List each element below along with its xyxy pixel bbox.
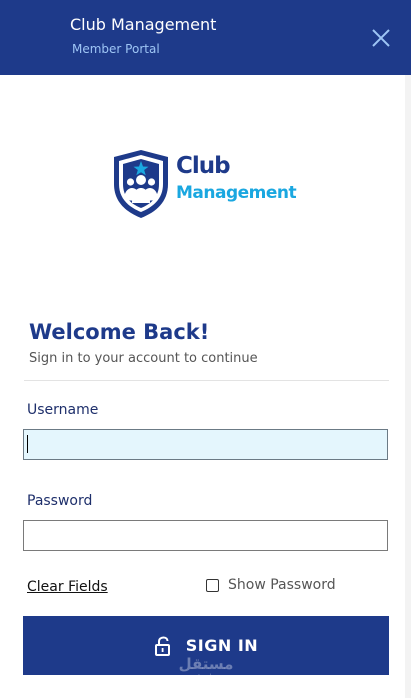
close-button[interactable] xyxy=(366,23,396,53)
app-subtitle: Member Portal xyxy=(72,42,160,56)
title-bar: Club Management Member Portal xyxy=(0,0,411,75)
clear-fields-link[interactable]: Clear Fields xyxy=(27,579,108,595)
divider xyxy=(24,380,389,381)
shield-people-icon xyxy=(114,150,168,218)
club-management-logo: Club Management xyxy=(112,148,312,223)
app-title: Club Management xyxy=(70,15,217,34)
watermark-text: مستقل xyxy=(178,655,234,673)
show-password-label: Show Password xyxy=(228,577,336,593)
unlock-icon xyxy=(154,635,170,656)
logo-text-management: Management xyxy=(176,183,297,203)
show-password-toggle[interactable]: Show Password xyxy=(206,576,336,594)
welcome-subtitle: Sign in to your account to continue xyxy=(29,351,258,366)
password-input[interactable] xyxy=(23,520,388,551)
password-label: Password xyxy=(27,493,93,509)
sign-in-label: SIGN IN xyxy=(185,636,259,655)
show-password-checkbox[interactable] xyxy=(206,578,219,592)
window-edge xyxy=(405,75,411,698)
logo-text-club: Club xyxy=(176,153,231,179)
username-label: Username xyxy=(27,402,99,418)
username-input[interactable] xyxy=(23,429,388,460)
welcome-title: Welcome Back! xyxy=(29,320,210,344)
close-icon xyxy=(372,29,390,47)
watermark-url: mostaql.com xyxy=(183,673,229,681)
watermark: مستقل mostaql.com xyxy=(178,656,234,686)
text-caret xyxy=(27,435,28,453)
